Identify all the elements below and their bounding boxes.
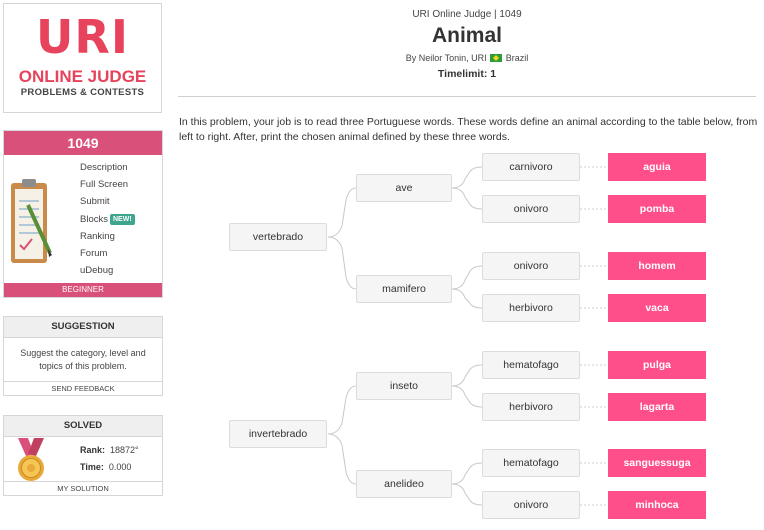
animal-vaca: vaca [608, 294, 706, 322]
node-mamifero: mamifero [356, 275, 452, 303]
node-hematofago: hematofago [482, 449, 580, 477]
breadcrumb: URI Online Judge | 1049 [412, 9, 522, 20]
menu-blocks-label: Blocks [80, 213, 108, 225]
suggestion-title: SUGGESTION [4, 317, 162, 338]
problem-description: In this problem, your job is to read thr… [179, 116, 758, 143]
rank-label: Rank: [80, 445, 106, 455]
menu-submit[interactable]: Submit [80, 195, 135, 212]
node-herbivoro: herbivoro [482, 294, 580, 322]
animal-homem: homem [608, 252, 706, 280]
author-text[interactable]: By Neilor Tonin, URI [406, 53, 487, 63]
time-value: 0.000 [108, 462, 132, 472]
problem-menu: Description Full Screen Submit Blocks NEW… [80, 161, 135, 281]
problem-panel: 1049 Description Full Screen Submit Bloc… [3, 130, 163, 298]
author-country: Brazil [505, 53, 529, 63]
animal-pomba: pomba [608, 195, 706, 223]
node-hematofago: hematofago [482, 351, 580, 379]
animal-aguia: aguia [608, 153, 706, 181]
menu-blocks[interactable]: Blocks NEW! [80, 213, 135, 230]
logo-uri-text: URI [36, 10, 129, 64]
menu-udebug[interactable]: uDebug [80, 264, 135, 281]
node-onivoro: onivoro [482, 491, 580, 519]
rank-row: Rank: 18872° [80, 445, 139, 455]
menu-forum[interactable]: Forum [80, 247, 135, 264]
author-line: By Neilor Tonin, URI Brazil [178, 53, 756, 63]
animal-pulga: pulga [608, 351, 706, 379]
node-carnivoro: carnivoro [482, 153, 580, 181]
node-inseto: inseto [356, 372, 452, 400]
node-herbivoro: herbivoro [482, 393, 580, 421]
node-vertebrado: vertebrado [229, 223, 327, 251]
send-feedback-button[interactable]: SEND FEEDBACK [4, 381, 162, 395]
suggestion-text: Suggest the category, level and topics o… [20, 348, 146, 371]
clipboard-icon [11, 179, 52, 263]
solved-title: SOLVED [4, 416, 162, 437]
timelimit: Timelimit: 1 [437, 68, 497, 80]
suggestion-panel: SUGGESTION Suggest the category, level a… [3, 316, 163, 396]
solved-panel: SOLVED Rank: 18872° Time: 0.000 MY SOLUT… [3, 415, 163, 496]
node-invertebrado: invertebrado [229, 420, 327, 448]
menu-full-screen[interactable]: Full Screen [80, 178, 135, 195]
menu-description[interactable]: Description [80, 161, 135, 178]
brazil-flag-icon [490, 54, 503, 62]
animal-sanguessuga: sanguessuga [608, 449, 706, 477]
uri-logo[interactable]: URI ONLINE JUDGE PROBLEMS & CONTESTS [3, 3, 162, 113]
medal-icon [18, 438, 44, 481]
page-title: Animal [431, 24, 502, 47]
level-badge[interactable]: BEGINNER [4, 283, 162, 297]
problem-number: 1049 [4, 131, 162, 155]
divider [178, 96, 756, 97]
my-solution-button[interactable]: MY SOLUTION [4, 481, 162, 495]
node-onivoro: onivoro [482, 252, 580, 280]
logo-tagline: PROBLEMS & CONTESTS [20, 87, 145, 98]
node-anelideo: anelideo [356, 470, 452, 498]
time-row: Time: 0.000 [80, 462, 131, 472]
animal-minhoca: minhoca [608, 491, 706, 519]
rank-value: 18872° [110, 445, 139, 455]
animal-lagarta: lagarta [608, 393, 706, 421]
logo-online-judge-text: ONLINE JUDGE [18, 67, 147, 86]
menu-ranking[interactable]: Ranking [80, 230, 135, 247]
time-label: Time: [80, 462, 104, 472]
new-badge: NEW! [109, 213, 135, 225]
node-onivoro: onivoro [482, 195, 580, 223]
node-ave: ave [356, 174, 452, 202]
